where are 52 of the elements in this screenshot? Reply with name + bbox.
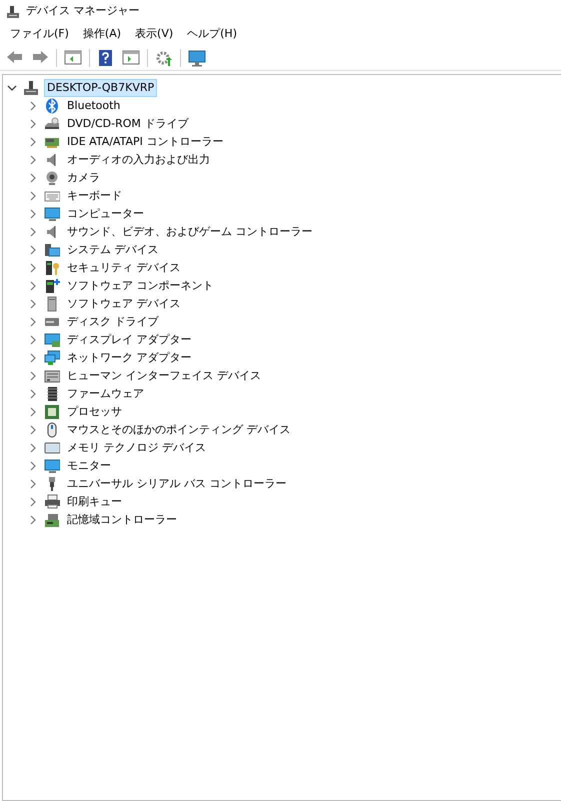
help-icon — [97, 48, 115, 66]
monitor-icon — [44, 458, 60, 474]
disc-drive-icon — [44, 116, 60, 132]
software-component-icon — [44, 278, 60, 294]
monitor-icon — [44, 206, 60, 222]
menu-item[interactable]: ヘルプ(H) — [181, 24, 243, 44]
tree-item[interactable]: ソフトウェア コンポーネント — [65, 278, 216, 294]
monitor-icon — [188, 48, 206, 66]
tree-item[interactable]: DVD/CD-ROM ドライブ — [65, 116, 190, 132]
memory-card-icon — [44, 440, 60, 456]
printer-icon — [44, 494, 60, 510]
tree-item[interactable]: メモリ テクノロジ デバイス — [65, 440, 208, 456]
bluetooth-icon — [44, 98, 60, 114]
device-manager-icon — [6, 4, 20, 18]
menu-item[interactable]: 操作(A) — [76, 24, 128, 44]
tree-item[interactable]: システム デバイス — [65, 242, 160, 258]
tree-item[interactable]: ファームウェア — [65, 386, 146, 402]
tree-item[interactable]: オーディオの入力および出力 — [65, 152, 212, 168]
window-title: デバイス マネージャー — [26, 3, 140, 20]
tree-item[interactable]: IDE ATA/ATAPI コントローラー — [65, 134, 226, 150]
tree-item[interactable]: 印刷キュー — [65, 494, 124, 510]
tree-item[interactable]: キーボード — [65, 188, 124, 204]
tree-item[interactable]: コンピューター — [65, 206, 146, 222]
storage-controller-icon — [44, 512, 60, 528]
chip-icon — [44, 386, 60, 402]
tree-item[interactable]: ディスプレイ アダプター — [65, 332, 194, 348]
tree-item[interactable]: マウスとそのほかのポインティング デバイス — [65, 422, 292, 438]
menu-item[interactable]: ファイル(F) — [4, 24, 75, 44]
panel-icon — [122, 48, 140, 66]
panel-icon — [64, 48, 82, 66]
tree-item[interactable]: ディスク ドライブ — [65, 314, 160, 330]
processor-icon — [44, 404, 60, 420]
menu-item[interactable]: 表示(V) — [129, 24, 180, 44]
tree-item[interactable]: ユニバーサル シリアル バス コントローラー — [65, 476, 288, 492]
tree-item[interactable]: カメラ — [65, 170, 102, 186]
tree-item[interactable]: DESKTOP-QB7KVRP — [44, 79, 158, 97]
system-device-icon — [44, 242, 60, 258]
tree-item[interactable]: ソフトウェア デバイス — [65, 296, 182, 312]
tree-item[interactable]: ネットワーク アダプター — [65, 350, 194, 366]
tree-item[interactable]: ヒューマン インターフェイス デバイス — [65, 368, 263, 384]
computer-icon — [23, 80, 39, 96]
tree-item[interactable]: モニター — [65, 458, 113, 474]
tree-item[interactable]: セキュリティ デバイス — [65, 260, 182, 276]
network-icon — [44, 350, 60, 366]
security-key-icon — [44, 260, 60, 276]
display-adapter-icon — [44, 332, 60, 348]
tree-item[interactable]: 記憶域コントローラー — [65, 512, 179, 528]
keyboard-device-icon — [44, 368, 60, 384]
tree-item[interactable]: プロセッサ — [65, 404, 124, 420]
tree-item[interactable]: サウンド、ビデオ、およびゲーム コントローラー — [65, 224, 314, 240]
webcam-icon — [44, 170, 60, 186]
tree-item[interactable]: Bluetooth — [65, 98, 122, 114]
